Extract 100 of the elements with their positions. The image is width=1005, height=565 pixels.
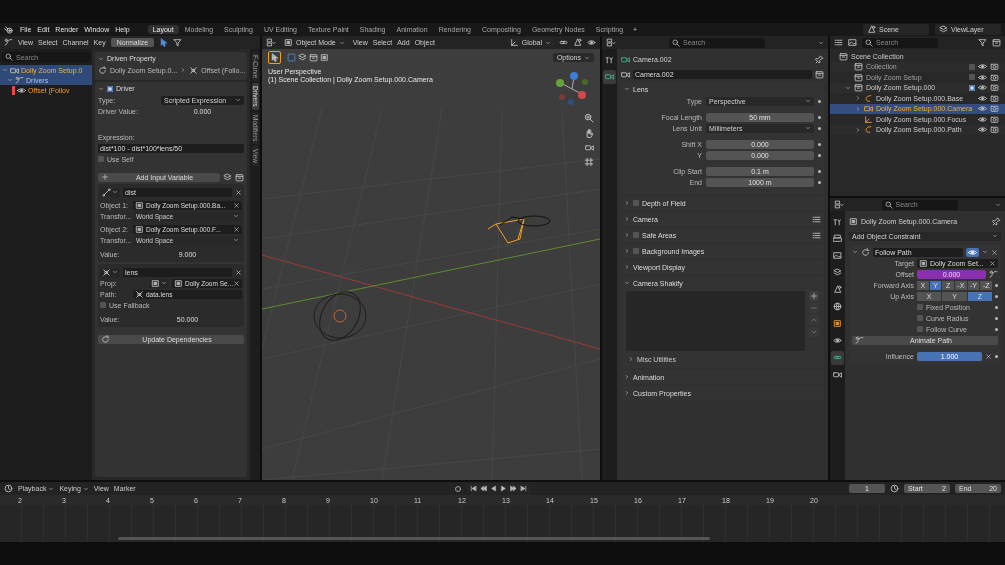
eye-icon[interactable] — [978, 72, 987, 82]
object-icon — [174, 278, 183, 288]
checkbox[interactable] — [917, 304, 923, 310]
link-icon[interactable] — [831, 351, 844, 365]
close-icon[interactable] — [233, 201, 240, 209]
driver-icon[interactable] — [989, 269, 998, 279]
filter-icon[interactable] — [978, 38, 987, 47]
keyframe-dot[interactable] — [818, 153, 821, 157]
close-icon[interactable] — [233, 225, 240, 233]
checkbox[interactable] — [98, 156, 104, 162]
grid-icon[interactable] — [584, 157, 594, 167]
camera-icon[interactable] — [584, 143, 594, 152]
chevron-right-icon — [624, 390, 630, 396]
chevron-right-icon — [624, 374, 630, 380]
close-icon[interactable] — [991, 248, 998, 256]
camera-icon[interactable] — [990, 62, 999, 72]
checkbox[interactable] — [969, 63, 975, 70]
keyframe-dot[interactable] — [995, 294, 998, 298]
close-icon[interactable] — [233, 279, 240, 287]
keyframe-dot[interactable] — [995, 305, 998, 309]
close-icon[interactable] — [985, 352, 992, 360]
record-icon[interactable] — [454, 484, 463, 493]
editor-type-icon[interactable] — [4, 484, 13, 493]
keyframe-dot[interactable] — [818, 99, 821, 103]
editor-type-icon[interactable] — [4, 38, 13, 47]
pan-hand-icon[interactable] — [584, 128, 594, 138]
camera-icon[interactable] — [990, 104, 999, 114]
zoom-icon[interactable] — [584, 113, 594, 123]
camera-icon[interactable] — [990, 93, 999, 103]
eye-icon[interactable] — [978, 114, 987, 124]
checkbox[interactable] — [969, 74, 975, 81]
cursor-tool-icon[interactable] — [268, 51, 281, 64]
camera-icon[interactable] — [990, 83, 999, 93]
eye-icon[interactable] — [978, 125, 987, 135]
id-type-dropdown[interactable] — [149, 278, 169, 288]
variable-type-dropdown[interactable] — [100, 267, 120, 277]
checkbox[interactable] — [100, 302, 106, 308]
presets-list-icon[interactable] — [812, 230, 821, 240]
presets-list-icon[interactable] — [812, 214, 821, 224]
camera-drawing[interactable] — [487, 215, 551, 244]
variable-type-dropdown[interactable] — [100, 187, 120, 197]
close-icon[interactable] — [235, 268, 242, 276]
camera-data-icon[interactable] — [603, 70, 616, 84]
editor-type-icon[interactable] — [834, 38, 843, 47]
keyframe-dot[interactable] — [818, 169, 821, 173]
camera-icon[interactable] — [990, 125, 999, 135]
close-icon[interactable] — [235, 188, 242, 196]
play-icon[interactable] — [500, 485, 508, 492]
eye-icon[interactable] — [978, 83, 987, 93]
jump-start-icon[interactable] — [470, 485, 478, 492]
add-icon[interactable] — [809, 291, 819, 301]
eye-icon[interactable] — [966, 247, 979, 257]
keyframe-dot[interactable] — [818, 126, 821, 130]
object-icon — [919, 258, 928, 268]
editor-type-icon[interactable] — [834, 200, 844, 209]
camera-icon[interactable] — [621, 69, 630, 79]
caret-icon — [624, 86, 630, 92]
clock-icon[interactable] — [890, 484, 899, 493]
logo-icon[interactable] — [4, 24, 14, 35]
filter-icon[interactable] — [173, 38, 183, 47]
keyframe-dot[interactable] — [995, 354, 998, 358]
checkbox[interactable] — [917, 326, 923, 332]
caret-icon[interactable] — [982, 249, 988, 255]
jump-end-icon[interactable] — [520, 485, 528, 492]
scrollbar[interactable] — [118, 537, 710, 540]
previous-keyframe-icon[interactable] — [480, 485, 488, 492]
checkbox[interactable] — [107, 85, 113, 92]
keyframe-dot[interactable] — [818, 142, 821, 146]
editor-type-icon[interactable] — [266, 38, 276, 47]
pin-icon[interactable] — [992, 216, 1001, 226]
keyframe-dot[interactable] — [995, 327, 998, 331]
pin-icon[interactable] — [815, 54, 824, 64]
eye-icon[interactable] — [978, 62, 987, 72]
new-collection-icon[interactable] — [992, 38, 1001, 47]
caret-icon[interactable] — [995, 201, 1001, 208]
camera-icon[interactable] — [990, 114, 999, 124]
next-keyframe-icon[interactable] — [510, 485, 518, 492]
keyframe-dot[interactable] — [818, 180, 821, 184]
checkbox[interactable] — [633, 232, 639, 238]
checkbox[interactable] — [633, 248, 639, 254]
caret-icon[interactable] — [818, 39, 824, 46]
keyframe-dot[interactable] — [995, 316, 998, 320]
camera-icon[interactable] — [990, 72, 999, 82]
keyframe-dot[interactable] — [995, 283, 998, 287]
caret-icon — [545, 39, 551, 46]
display-mode-icon[interactable] — [848, 38, 857, 47]
globe-icon[interactable] — [831, 300, 844, 314]
eye-icon[interactable] — [978, 93, 987, 103]
checkbox[interactable] — [633, 200, 639, 206]
keyframe-dot[interactable] — [818, 115, 821, 119]
checkbox[interactable] — [917, 315, 923, 321]
cursor-icon[interactable] — [159, 38, 169, 47]
copy-icon[interactable] — [223, 172, 232, 182]
play-reverse-icon[interactable] — [490, 485, 498, 492]
chevron-right-icon — [624, 200, 630, 206]
link-icon[interactable] — [559, 38, 568, 47]
editor-type-icon[interactable] — [606, 38, 616, 47]
checkbox[interactable] — [969, 84, 975, 91]
collection-icon — [854, 83, 863, 93]
close-icon[interactable] — [989, 259, 996, 267]
